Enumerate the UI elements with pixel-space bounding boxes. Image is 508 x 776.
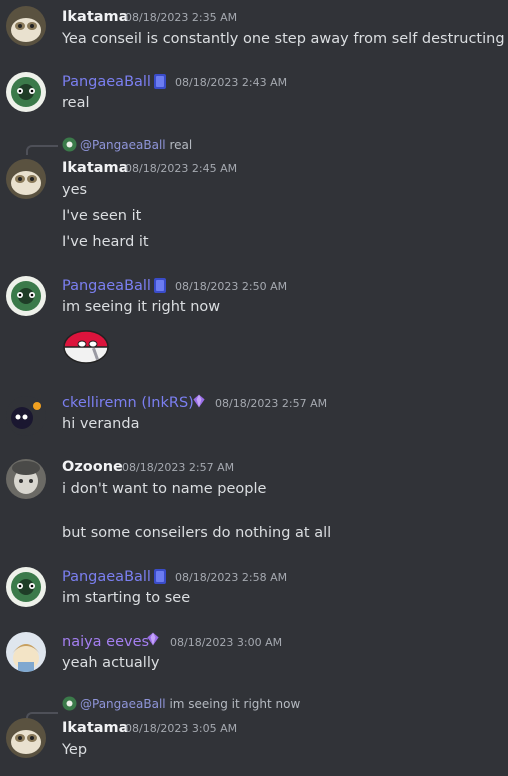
author-name[interactable]: PangaeaBall — [62, 73, 151, 91]
author-name[interactable]: ckelliremn (InkRS) — [62, 394, 194, 412]
message-text: Yep — [62, 742, 88, 758]
message-text: I've heard it — [62, 234, 149, 250]
message-text: Yea conseil is constantly one step away … — [62, 31, 505, 47]
reply-text: im seeing it right now — [169, 697, 301, 711]
timestamp: 08/18/2023 3:05 AM — [125, 722, 238, 735]
message-text: yeah actually — [62, 655, 160, 671]
avatar-naiya-eeves[interactable] — [6, 632, 46, 672]
author-name[interactable]: Ikatama — [62, 719, 128, 737]
reply-text: real — [169, 138, 193, 152]
mini-avatar-icon — [62, 137, 77, 152]
message-text: I've seen it — [62, 208, 142, 224]
badge-icon — [154, 569, 166, 584]
message-text: but some conseilers do nothing at all — [62, 525, 332, 541]
avatar-ikatama[interactable] — [6, 6, 46, 46]
polandball-emoji[interactable] — [62, 328, 110, 364]
timestamp: 08/18/2023 2:57 AM — [122, 461, 235, 474]
message-text: yes — [62, 182, 88, 198]
mini-avatar-icon — [62, 696, 77, 711]
reply-preview[interactable]: @PangaeaBall real — [62, 137, 192, 153]
reply-mention[interactable]: @PangaeaBall — [80, 697, 166, 711]
reply-mention[interactable]: @PangaeaBall — [80, 138, 166, 152]
crystal-badge-icon — [193, 394, 205, 408]
message-text: real — [62, 95, 90, 111]
avatar-ikatama[interactable] — [6, 718, 46, 758]
reply-connector — [26, 145, 58, 155]
badge-icon — [154, 278, 166, 293]
timestamp: 08/18/2023 2:45 AM — [125, 162, 238, 175]
timestamp: 08/18/2023 2:57 AM — [215, 397, 328, 410]
avatar-pangaeaball[interactable] — [6, 276, 46, 316]
author-name[interactable]: naiya eeves — [62, 633, 149, 651]
message-text: im starting to see — [62, 590, 191, 606]
author-name[interactable]: Ikatama — [62, 159, 128, 177]
timestamp: 08/18/2023 2:43 AM — [175, 76, 288, 89]
avatar-ozoone[interactable] — [6, 459, 46, 499]
avatar-pangaeaball[interactable] — [6, 567, 46, 607]
avatar-ikatama[interactable] — [6, 159, 46, 199]
author-name[interactable]: Ozoone — [62, 458, 123, 476]
badge-icon — [154, 74, 166, 89]
author-name[interactable]: Ikatama — [62, 8, 128, 26]
timestamp: 08/18/2023 2:50 AM — [175, 280, 288, 293]
message-text: im seeing it right now — [62, 299, 221, 315]
message-text: hi veranda — [62, 416, 140, 432]
timestamp: 08/18/2023 3:00 AM — [170, 636, 283, 649]
timestamp: 08/18/2023 2:58 AM — [175, 571, 288, 584]
author-name[interactable]: PangaeaBall — [62, 568, 151, 586]
reply-preview[interactable]: @PangaeaBall im seeing it right now — [62, 696, 300, 712]
timestamp: 08/18/2023 2:35 AM — [125, 11, 238, 24]
crystal-badge-icon — [147, 632, 159, 646]
avatar-ckelliremn[interactable] — [6, 396, 46, 436]
avatar-pangaeaball[interactable] — [6, 72, 46, 112]
message-text: i don't want to name people — [62, 481, 267, 497]
author-name[interactable]: PangaeaBall — [62, 277, 151, 295]
